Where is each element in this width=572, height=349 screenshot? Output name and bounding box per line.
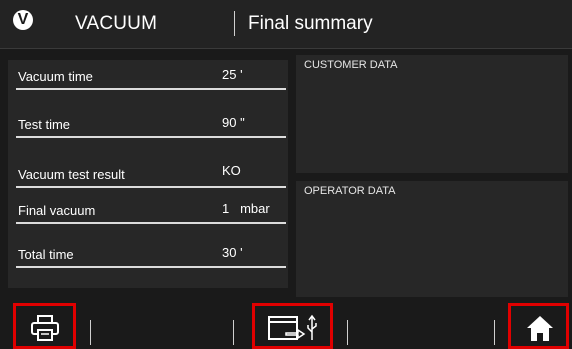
- row-underline: [16, 222, 286, 224]
- summary-value: KO: [222, 163, 241, 178]
- home-icon: [527, 316, 553, 341]
- summary-value: 30 ': [222, 245, 243, 260]
- row-underline: [16, 266, 286, 268]
- brand-logo-icon: V: [13, 10, 33, 30]
- summary-row-test-time: Test time 90 ": [8, 108, 288, 138]
- summary-label: Vacuum test result: [18, 167, 125, 182]
- footer-toolbar: [0, 300, 572, 349]
- row-underline: [16, 186, 286, 188]
- print-button[interactable]: [13, 303, 76, 349]
- summary-label: Total time: [18, 247, 74, 262]
- summary-label: Final vacuum: [18, 203, 96, 218]
- summary-value: 90 ": [222, 115, 245, 130]
- row-underline: [16, 136, 286, 138]
- toolbar-divider: [347, 320, 348, 345]
- row-underline: [16, 88, 286, 90]
- summary-row-vacuum-test-result: Vacuum test result KO: [8, 158, 288, 188]
- app-title: VACUUM: [75, 13, 158, 34]
- customer-data-title: CUSTOMER DATA: [304, 59, 398, 71]
- toolbar-divider: [90, 320, 91, 345]
- operator-data-panel: OPERATOR DATA: [296, 181, 568, 297]
- toolbar-divider: [494, 320, 495, 345]
- header-bar: V VACUUM Final summary: [0, 0, 572, 49]
- printer-icon: [31, 315, 59, 341]
- home-button[interactable]: [508, 303, 569, 349]
- summary-label: Vacuum time: [18, 69, 93, 84]
- usb-export-icon: [268, 314, 317, 340]
- summary-row-vacuum-time: Vacuum time 25 ': [8, 60, 288, 90]
- summary-row-total-time: Total time 30 ': [8, 238, 288, 268]
- summary-label: Test time: [18, 117, 71, 132]
- customer-data-panel: CUSTOMER DATA: [296, 55, 568, 173]
- usb-export-button[interactable]: [252, 303, 333, 349]
- operator-data-title: OPERATOR DATA: [304, 185, 396, 197]
- page-title: Final summary: [248, 13, 373, 34]
- summary-row-final-vacuum: Final vacuum 1 mbar: [8, 194, 288, 224]
- summary-value: 1 mbar: [222, 201, 270, 216]
- summary-panel: Vacuum time 25 ' Test time 90 " Vacuum t…: [8, 60, 288, 288]
- title-divider: [234, 11, 235, 36]
- toolbar-divider: [233, 320, 234, 345]
- summary-value: 25 ': [222, 67, 243, 82]
